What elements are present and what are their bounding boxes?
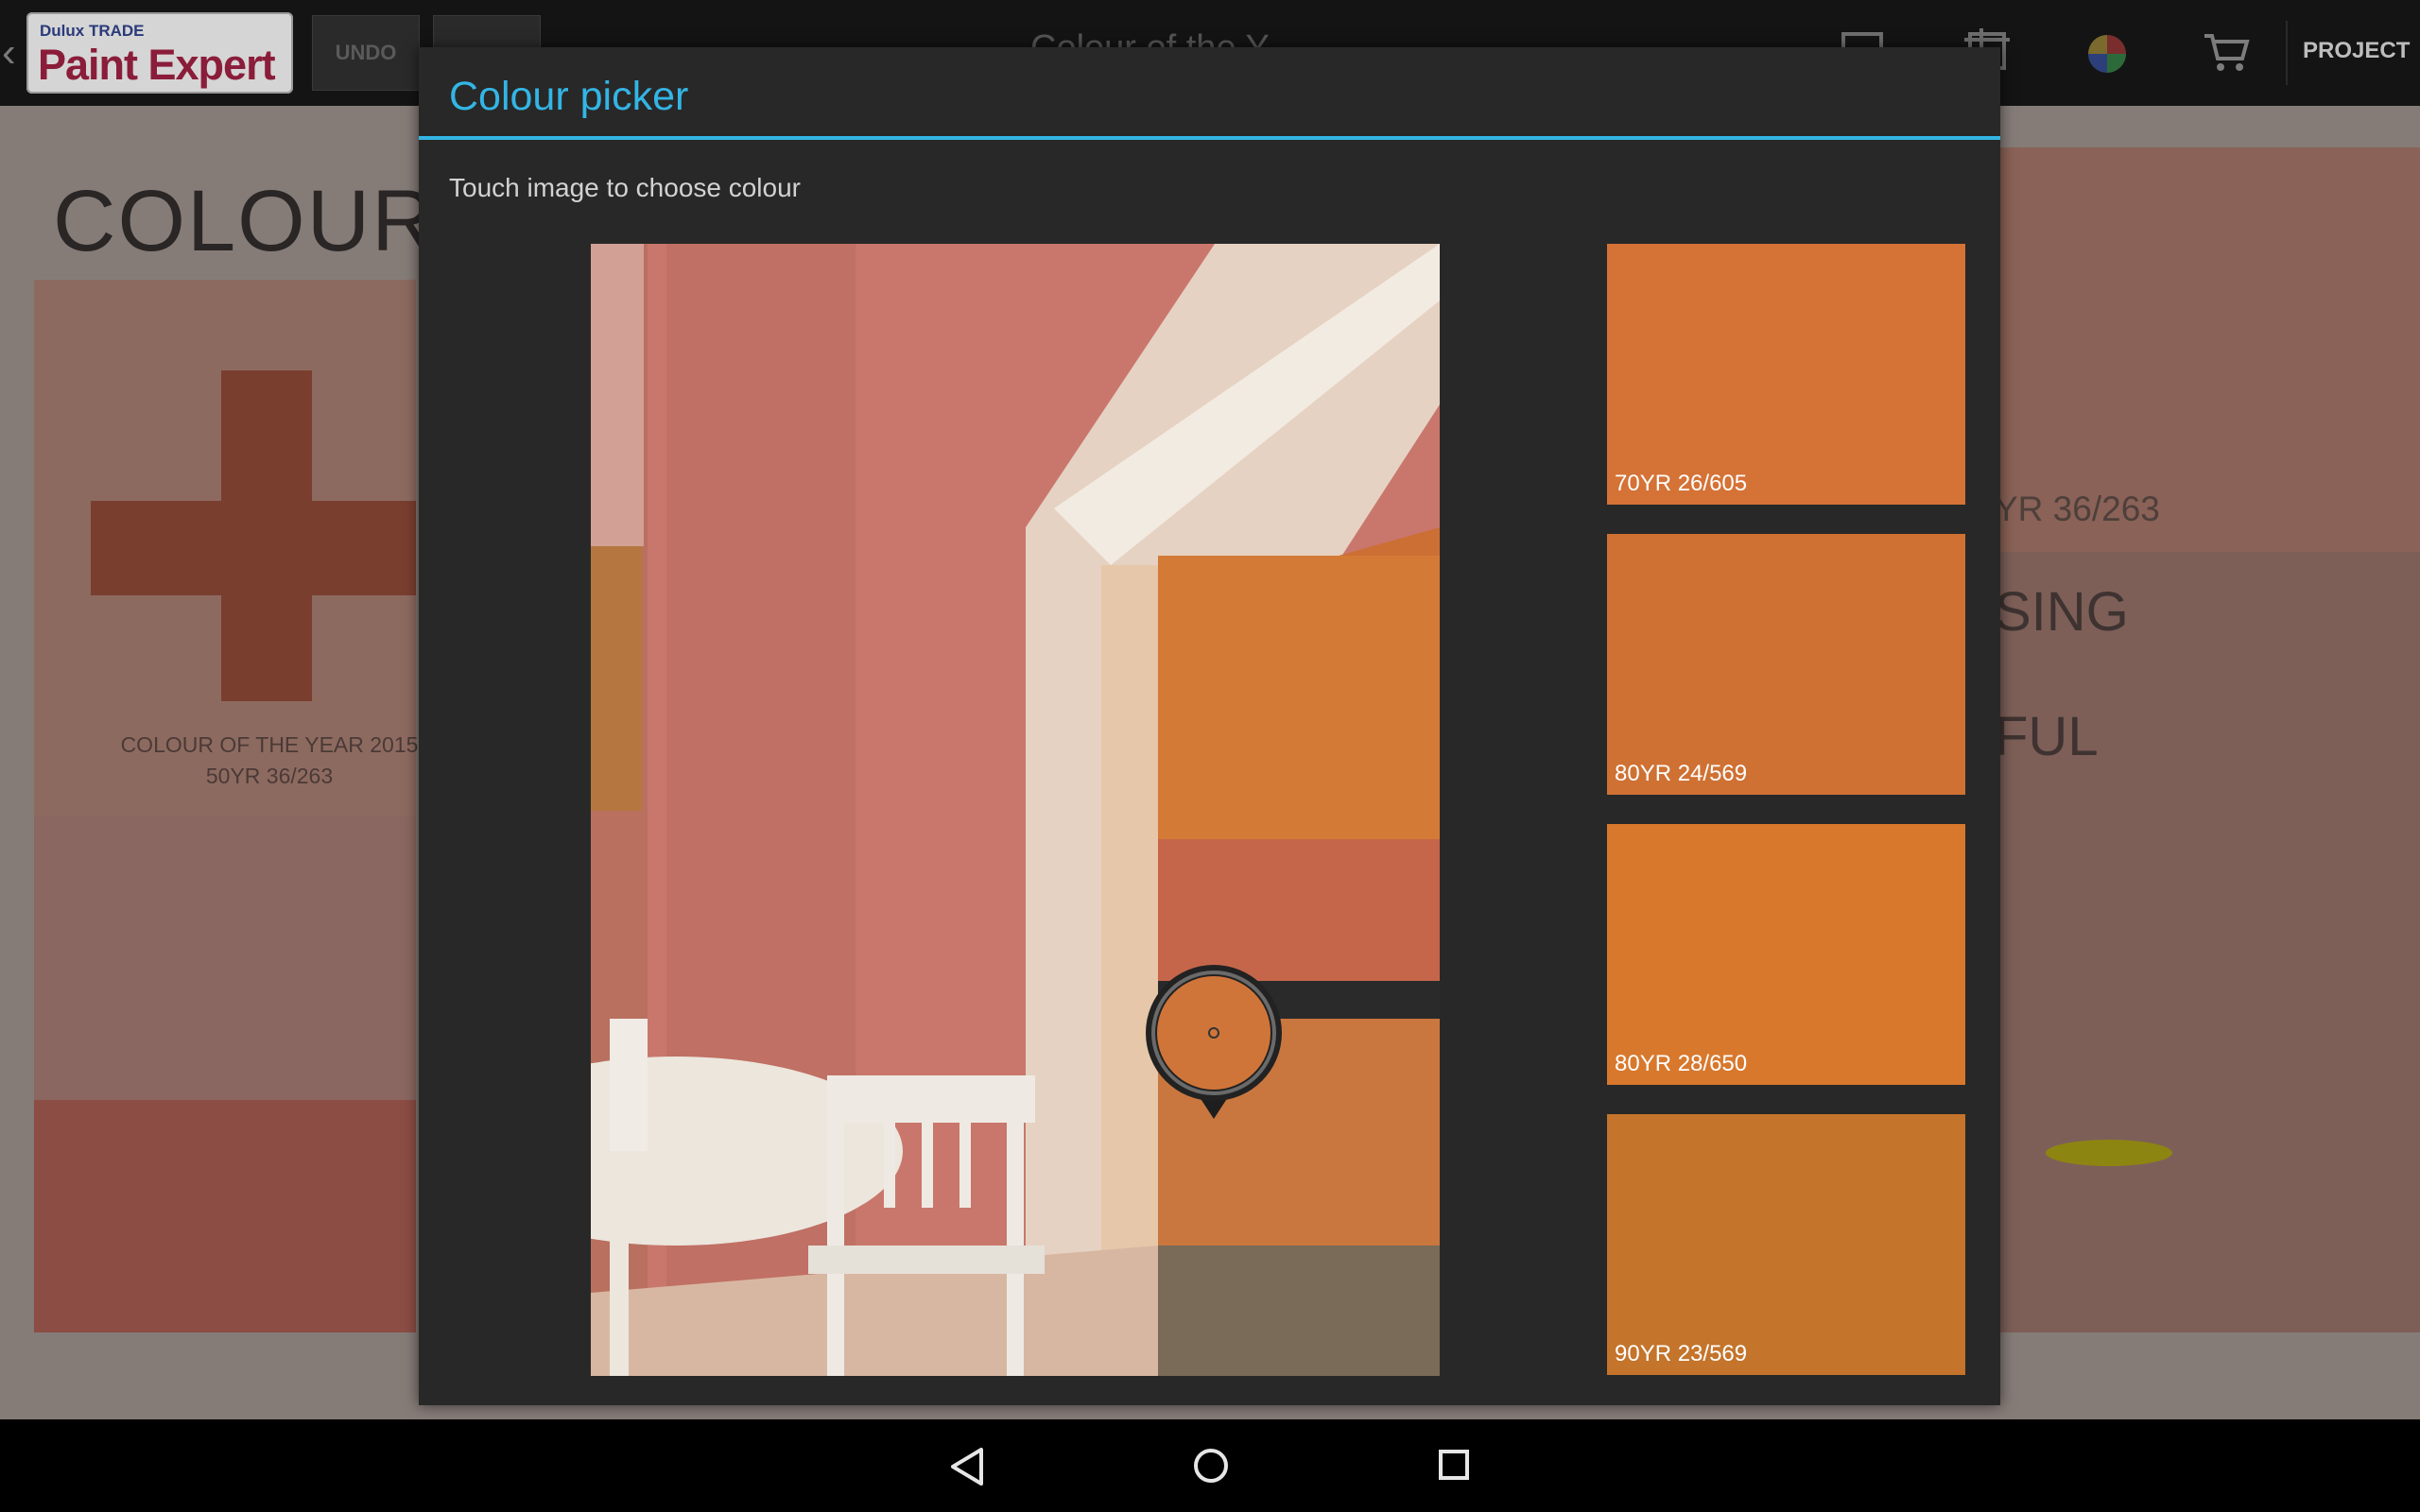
- swatch-1[interactable]: 70YR 26/605: [1607, 244, 1965, 505]
- stool-image: [2046, 1140, 2172, 1166]
- right-card-word2: FUL: [1995, 706, 2099, 767]
- swatch-4[interactable]: 90YR 23/569: [1607, 1114, 1965, 1375]
- app-logo: Dulux TRADE Paint Expert: [26, 12, 293, 94]
- toolbar-divider: [2286, 21, 2288, 85]
- room-photo[interactable]: [591, 244, 1440, 1376]
- swatch-label: 80YR 28/650: [1615, 1051, 1748, 1076]
- swatch-label: 80YR 24/569: [1615, 761, 1748, 786]
- colour-picker-dialog: Colour picker Touch image to choose colo…: [419, 47, 2000, 1405]
- right-card-code: YR 36/263: [1995, 490, 2160, 528]
- back-icon[interactable]: [949, 1446, 987, 1487]
- swatch-2[interactable]: 80YR 24/569: [1607, 534, 1965, 795]
- logo-brand-text: Dulux TRADE: [40, 22, 145, 40]
- right-card-word1: SING: [1995, 581, 2129, 643]
- logo-title-text: Paint Expert: [38, 41, 276, 89]
- project-button[interactable]: PROJECT: [2303, 38, 2410, 64]
- swatch-label: 70YR 26/605: [1615, 471, 1748, 496]
- picker-sample-circle: [1157, 976, 1270, 1090]
- paint-stroke-horizontal: [91, 501, 416, 595]
- home-icon[interactable]: [1191, 1446, 1231, 1486]
- dialog-instruction: Touch image to choose colour: [449, 173, 801, 202]
- colour-picker-pin-icon[interactable]: [1143, 962, 1285, 1132]
- room-image: [34, 816, 416, 1100]
- back-chevron-icon[interactable]: ‹: [2, 32, 16, 74]
- recents-icon[interactable]: [1435, 1446, 1473, 1484]
- swatch-3[interactable]: 80YR 28/650: [1607, 824, 1965, 1085]
- undo-label: UNDO: [335, 41, 397, 64]
- title-divider: [419, 136, 2000, 140]
- room-image-lower: [34, 1100, 416, 1332]
- system-nav-bar: [0, 1419, 2420, 1512]
- dialog-title: Colour picker: [449, 74, 689, 119]
- undo-button[interactable]: UNDO: [312, 15, 420, 91]
- room-photo-drawing: [591, 244, 1440, 1376]
- colour-wheel-icon[interactable]: [2085, 32, 2129, 76]
- cart-icon[interactable]: [2203, 30, 2250, 74]
- swatch-label: 90YR 23/569: [1615, 1341, 1748, 1366]
